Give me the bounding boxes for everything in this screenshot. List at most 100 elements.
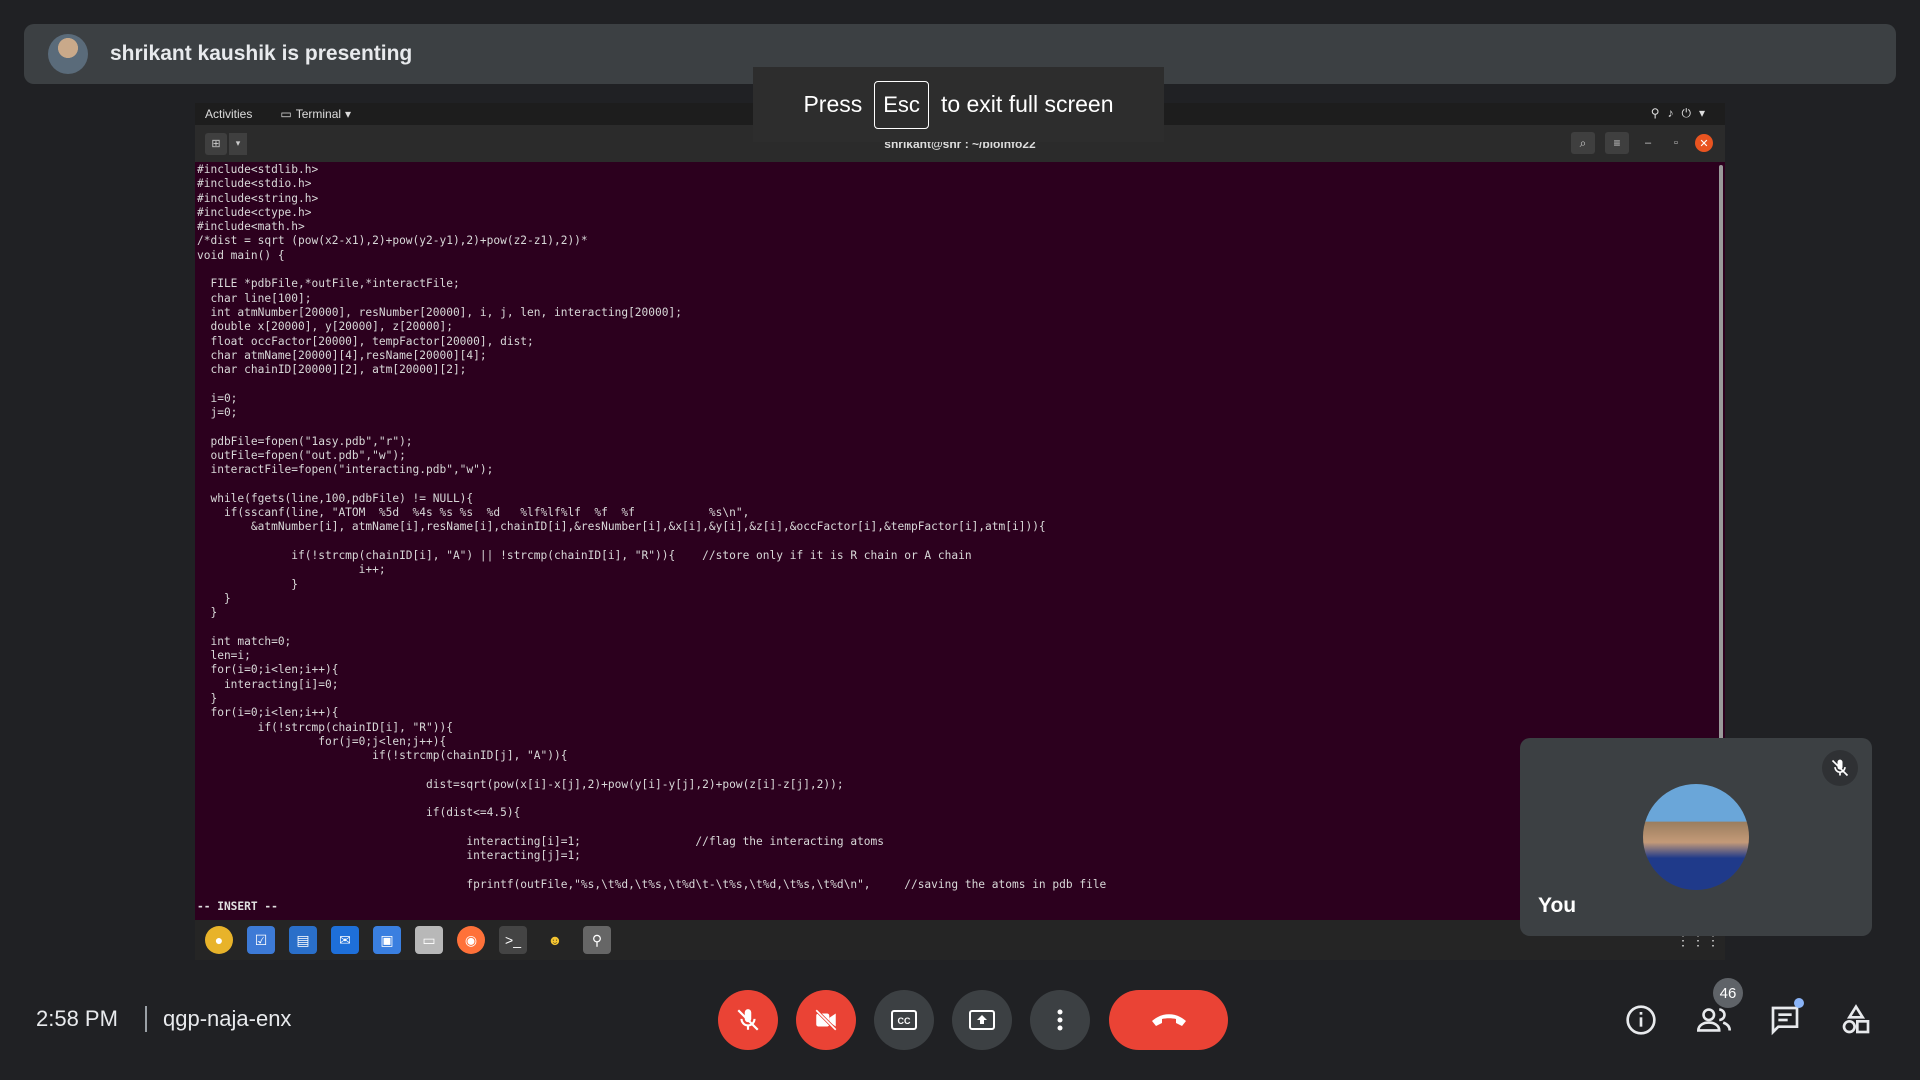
ubuntu-dock: ● ☑ ▤ ✉ ▣ ▭ ◉ >_ ☻ ⚲ ⋮⋮⋮ [195, 920, 1725, 960]
terminal-menu[interactable]: ▭ Terminal ▾ [280, 107, 351, 121]
search-icon[interactable]: ⌕ [1571, 132, 1595, 154]
vim-mode-line: -- INSERT -- [197, 900, 278, 913]
code-line: void main() { [197, 248, 285, 262]
todo-app-icon[interactable]: ☑ [247, 926, 275, 954]
meeting-details-button[interactable] [1623, 1002, 1659, 1038]
activities-icon [1842, 1004, 1870, 1034]
notice-rest: to exit full screen [940, 91, 1114, 117]
code-line: dist=sqrt(pow(x[i]-x[j],2)+pow(y[i]-y[j]… [197, 777, 844, 791]
system-tray[interactable]: ⚲♪⏻▾ [1651, 106, 1713, 121]
fullscreen-notice: Press Esc to exit full screen [753, 67, 1164, 142]
code-line: for(i=0;i<len;i++){ [197, 663, 339, 677]
people-icon [1697, 1008, 1731, 1032]
more-icon [1057, 1009, 1063, 1031]
code-line: #include<ctype.h> [197, 205, 312, 219]
minimize-button[interactable]: – [1639, 134, 1657, 152]
presenting-label: shrikant kaushik is presenting [110, 42, 413, 65]
firefox-icon[interactable]: ◉ [457, 926, 485, 954]
code-line: i=0; [197, 391, 238, 405]
meeting-code: qgp-naja-enx [163, 1006, 292, 1031]
code-line: i++; [197, 563, 386, 577]
leave-call-button[interactable] [1109, 990, 1228, 1050]
code-line: FILE *pdbFile,*outFile,*interactFile; [197, 277, 460, 291]
self-video-tile[interactable]: You [1520, 738, 1872, 936]
restore-button[interactable]: ▫ [1667, 134, 1685, 152]
screenshot-icon[interactable]: ▣ [373, 926, 401, 954]
svg-text:CC: CC [898, 1016, 911, 1026]
mic-off-icon [737, 1009, 759, 1031]
code-line: char chainID[20000][2], atm[20000][2]; [197, 363, 467, 377]
terminal-app-icon[interactable]: >_ [499, 926, 527, 954]
code-line: interacting[j]=1; [197, 849, 581, 863]
code-line: float occFactor[20000], tempFactor[20000… [197, 334, 534, 348]
code-line: len=i; [197, 649, 251, 663]
code-line: if(sscanf(line, "ATOM %5d %4s %s %s %d %… [197, 506, 750, 520]
code-line: char line[100]; [197, 291, 312, 305]
clock: 2:58 PM [36, 1006, 118, 1031]
more-options-button[interactable] [1030, 990, 1090, 1050]
code-line: interacting[i]=0; [197, 677, 339, 691]
code-line: double x[20000], y[20000], z[20000]; [197, 320, 453, 334]
code-line: for(i=0;i<len;i++){ [197, 706, 339, 720]
notice-press: Press [803, 91, 863, 117]
code-line: interacting[i]=1; //flag the interacting… [197, 834, 885, 848]
code-line: pdbFile=fopen("1asy.pdb","r"); [197, 434, 413, 448]
mic-toggle-button[interactable] [718, 990, 778, 1050]
writer-icon[interactable]: ▤ [289, 926, 317, 954]
code-line: char atmName[20000][4],resName[20000][4]… [197, 348, 487, 362]
info-icon [1626, 1005, 1656, 1035]
captions-button[interactable]: CC [874, 990, 934, 1050]
captions-icon: CC [891, 1010, 917, 1030]
thunderbird-icon[interactable]: ✉ [331, 926, 359, 954]
files-icon[interactable]: ▭ [415, 926, 443, 954]
activities-panel-button[interactable] [1838, 1002, 1874, 1038]
present-icon [969, 1010, 995, 1030]
activities-button[interactable]: Activities [205, 107, 252, 121]
camera-off-icon [815, 1009, 837, 1031]
code-line: if(!strcmp(chainID[i], "R")){ [197, 720, 453, 734]
self-avatar [1643, 784, 1749, 890]
mic-off-indicator-icon [1822, 750, 1858, 786]
terminal-code-area[interactable]: #include<stdlib.h> #include<stdio.h> #incl… [195, 163, 1717, 923]
camera-toggle-button[interactable] [796, 990, 856, 1050]
jupyter-icon[interactable]: ☻ [541, 926, 569, 954]
code-line: int match=0; [197, 634, 292, 648]
code-line: j=0; [197, 406, 238, 420]
self-name-label: You [1538, 894, 1577, 917]
code-line: } [197, 591, 231, 605]
terminal-menu-label: Terminal [295, 107, 342, 121]
chat-icon [1771, 1006, 1799, 1036]
present-now-button[interactable] [952, 990, 1012, 1050]
code-line: #include<stdio.h> [197, 177, 312, 191]
code-line: } [197, 691, 218, 705]
code-line: outFile=fopen("out.pdb","w"); [197, 448, 406, 462]
terminal-scrollbar[interactable] [1719, 165, 1723, 740]
rhythmbox-icon[interactable]: ● [205, 926, 233, 954]
terminal-small-icon: ▭ [280, 107, 292, 121]
code-line: &atmNumber[i], atmName[i],resName[i],cha… [197, 520, 1046, 534]
code-line: } [197, 606, 218, 620]
code-line: int atmNumber[20000], resNumber[20000], … [197, 305, 682, 319]
code-line: while(fgets(line,100,pdbFile) != NULL){ [197, 491, 474, 505]
code-line: for(j=0;j<len;j++){ [197, 734, 447, 748]
chevron-down-icon: ▾ [345, 107, 352, 121]
shared-screen: Activities ▭ Terminal ▾ ⚲♪⏻▾ ⊞ ▾ shrikan… [195, 103, 1725, 960]
code-line: } [197, 577, 299, 591]
code-line: fprintf(outFile,"%s,\t%d,\t%s,\t%d\t-\t%… [197, 877, 1107, 891]
code-line: if(!strcmp(chainID[i], "A") || !strcmp(c… [197, 549, 972, 563]
code-line: if(dist<=4.5){ [197, 806, 521, 820]
hamburger-menu-icon[interactable]: ≡ [1605, 132, 1629, 154]
close-button[interactable]: ✕ [1695, 134, 1713, 152]
end-call-icon [1151, 1014, 1186, 1026]
usb-drive-icon[interactable]: ⚲ [583, 926, 611, 954]
esc-key-label: Esc [874, 80, 929, 129]
